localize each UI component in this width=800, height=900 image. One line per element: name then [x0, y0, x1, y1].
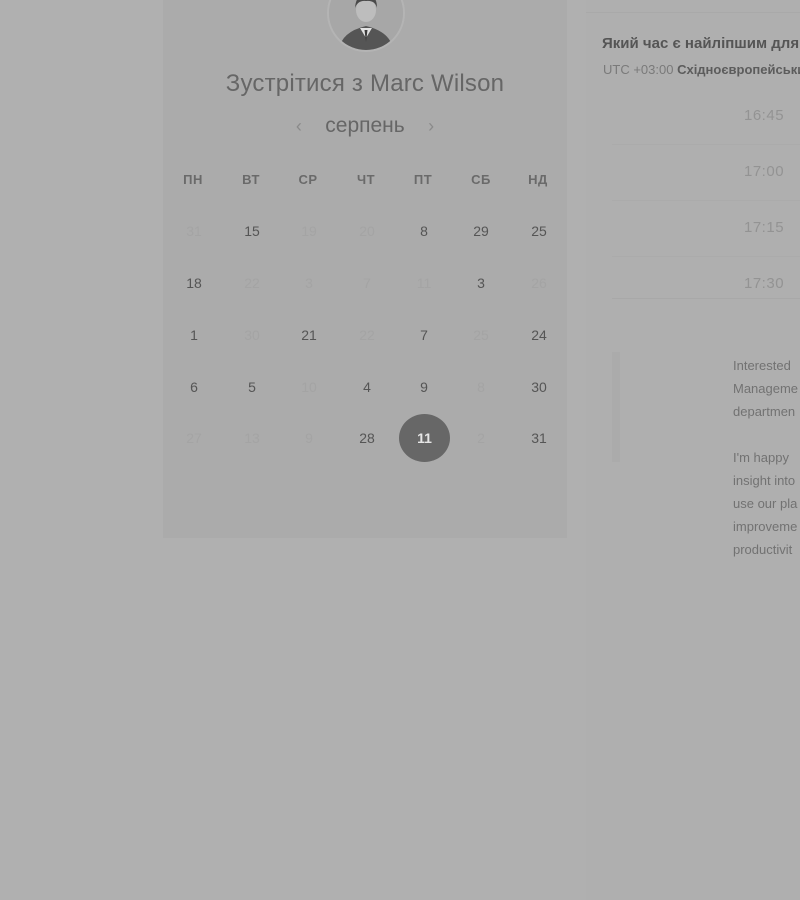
weekday-label: ВТ [242, 172, 260, 187]
calendar-day: 2 [477, 430, 485, 446]
calendar-day: 31 [186, 223, 202, 239]
time-slot-list: 16:45 17:00 17:15 17:30 [612, 88, 800, 299]
time-slot[interactable]: 17:00 [612, 144, 800, 201]
description-divider [612, 352, 620, 462]
calendar-day[interactable]: 15 [230, 216, 274, 246]
description-line: use our pla [733, 496, 798, 511]
calendar-day: 7 [363, 275, 371, 291]
weekday-label: СБ [471, 172, 491, 187]
calendar-day: 25 [473, 327, 489, 343]
calendar-day: 13 [244, 430, 260, 446]
calendar-day: 3 [305, 275, 313, 291]
calendar-day[interactable]: 8 [402, 216, 446, 246]
weekday-label: ПН [183, 172, 203, 187]
calendar-day: 20 [359, 223, 375, 239]
panel-top-bar [586, 0, 800, 13]
meeting-title: Зустрітися з Marc Wilson [225, 70, 505, 97]
weekday-label: ПТ [413, 172, 433, 187]
calendar-day: 22 [359, 327, 375, 343]
time-slot[interactable]: 17:15 [612, 200, 800, 257]
description-line: departmen [733, 404, 796, 419]
calendar-day: 27 [186, 430, 202, 446]
description-line: insight into [733, 473, 796, 488]
weekday-label: ЧТ [356, 172, 376, 187]
timezone-offset: UTC +03:00 [603, 62, 674, 77]
weekday-label: СР [298, 172, 318, 187]
calendar-day[interactable]: 29 [459, 216, 503, 246]
time-slot[interactable]: 17:30 [612, 256, 800, 312]
month-label: серпень [325, 114, 405, 137]
calendar-day[interactable]: 28 [345, 423, 389, 453]
timezone-label: UTC +03:00 Східноєвропейський [603, 62, 800, 77]
chevron-left-icon[interactable]: ‹ [287, 116, 311, 137]
calendar-day[interactable]: 7 [402, 320, 446, 350]
month-navigation: ‹ серпень › [163, 114, 567, 138]
calendar-day[interactable]: 31 [517, 423, 561, 453]
timezone-name: Східноєвропейський [677, 62, 800, 77]
calendar-day[interactable]: 5 [230, 372, 274, 402]
time-question: Який час є найліпшим для [602, 35, 800, 52]
calendar-day: 22 [244, 275, 260, 291]
description-line: improveme [733, 519, 798, 534]
chevron-right-icon[interactable]: › [419, 116, 443, 137]
calendar-day[interactable]: 1 [172, 320, 216, 350]
calendar-day[interactable]: 24 [517, 320, 561, 350]
calendar-day[interactable]: 18 [172, 268, 216, 298]
description-paragraph: Interested Manageme departmen [733, 354, 800, 423]
calendar-day: 11 [416, 275, 432, 291]
calendar-day: 9 [305, 430, 313, 446]
description-line: Interested [733, 358, 791, 373]
calendar-day[interactable]: 25 [517, 216, 561, 246]
description-paragraph: I'm happy insight into use our pla impro… [733, 446, 800, 561]
description-line: Manageme [733, 381, 799, 396]
calendar-day-selected[interactable]: 11 [399, 414, 450, 462]
calendar-day[interactable]: 21 [287, 320, 331, 350]
calendar-day: 26 [531, 275, 547, 291]
calendar-day: 30 [244, 327, 260, 343]
calendar-day[interactable]: 9 [402, 372, 446, 402]
description-line: productivit [733, 542, 793, 557]
calendar-day[interactable]: 6 [172, 372, 216, 402]
calendar-day[interactable]: 4 [345, 372, 389, 402]
calendar-day: 10 [301, 379, 317, 395]
description-line: I'm happy [733, 450, 789, 465]
calendar-day: 8 [477, 379, 485, 395]
calendar-day[interactable]: 3 [459, 268, 503, 298]
weekday-label: НД [528, 172, 548, 187]
time-slot[interactable]: 16:45 [612, 88, 800, 145]
calendar-day: 19 [301, 223, 317, 239]
calendar-day[interactable]: 30 [517, 372, 561, 402]
